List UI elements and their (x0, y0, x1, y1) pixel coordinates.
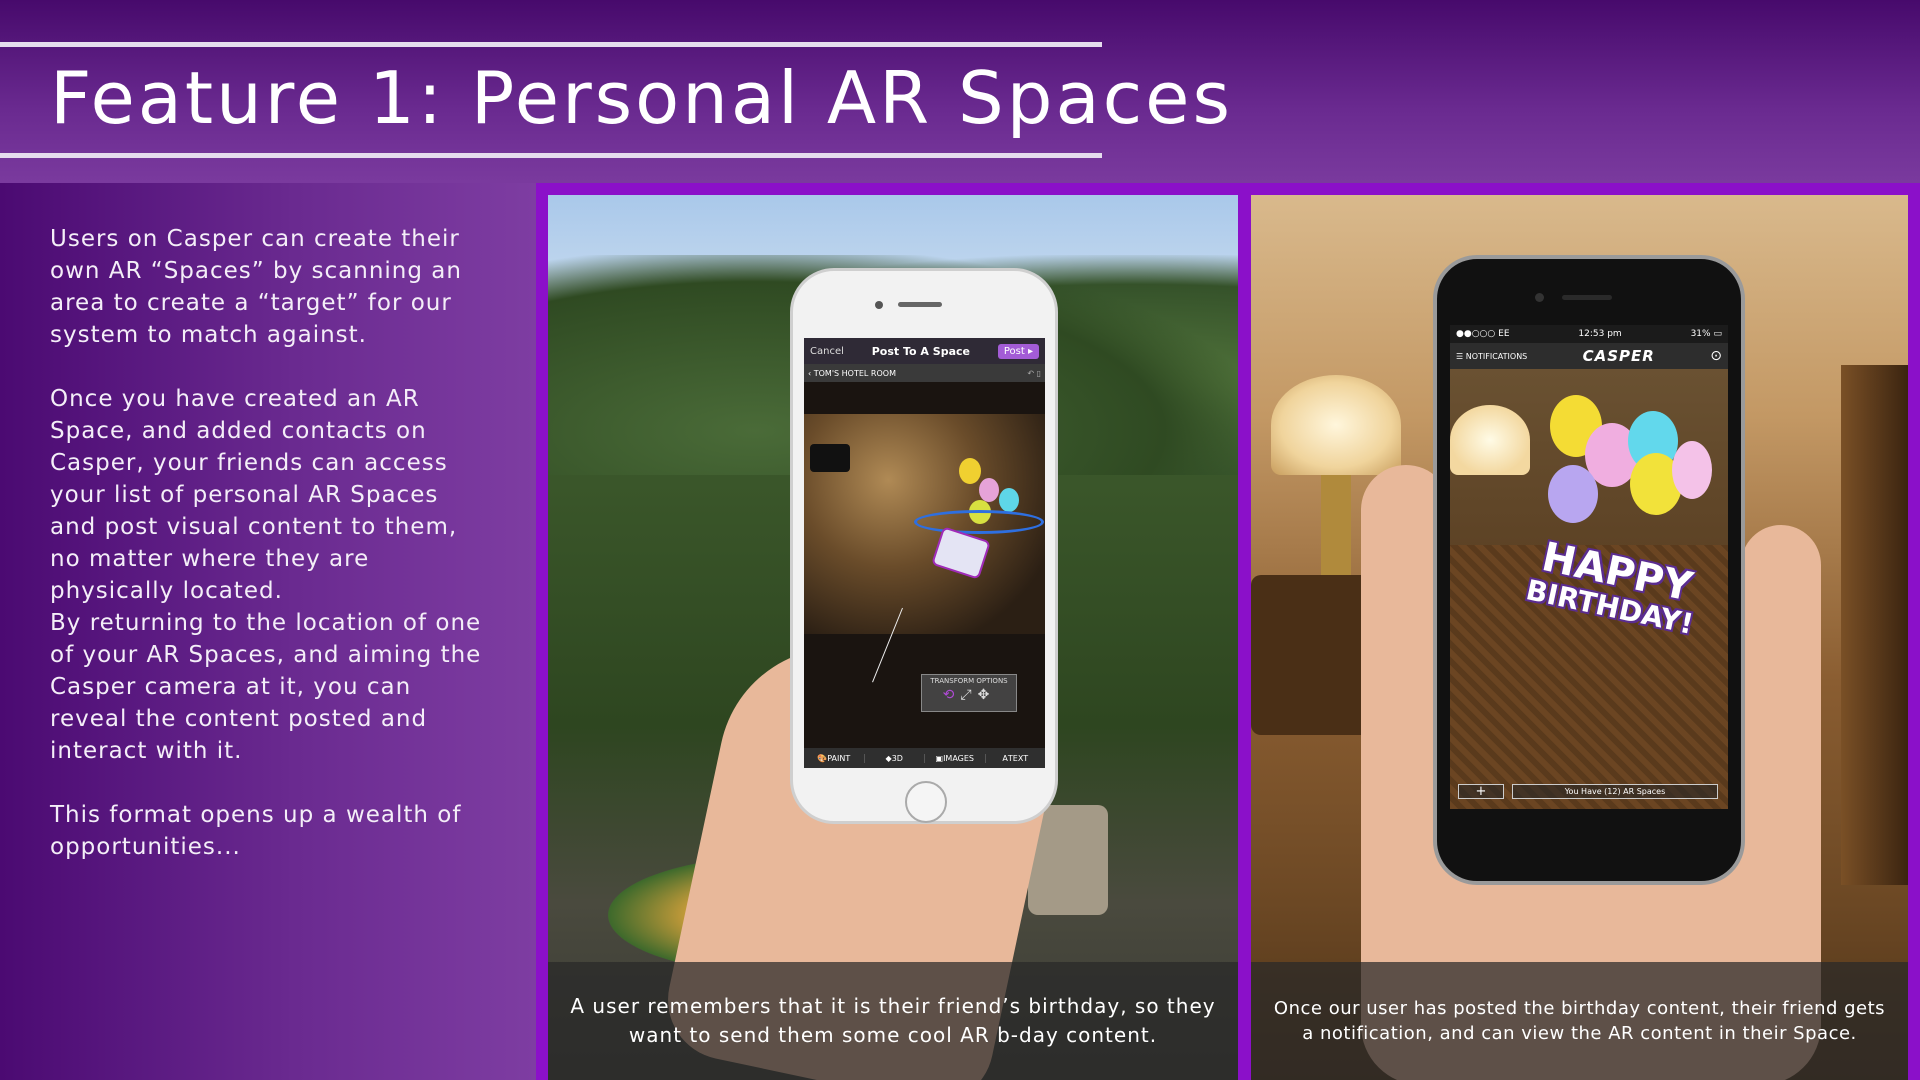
menu-notifications[interactable]: ☰ NOTIFICATIONS (1456, 352, 1527, 361)
caption-right: Once our user has posted the birthday co… (1251, 962, 1908, 1080)
carrier-signal: ●●○○○ EE (1456, 329, 1510, 339)
battery-percent: 31% (1690, 329, 1711, 339)
page-title: Feature 1: Personal AR Spaces (50, 56, 1233, 140)
plus-icon: + (1475, 784, 1487, 799)
header-rule-bottom (0, 153, 1102, 158)
front-camera (875, 301, 883, 309)
undo-trash-icons[interactable]: ↶ ▯ (1027, 369, 1041, 378)
lamp-shade (1271, 375, 1401, 475)
text-tool[interactable]: A TEXT (986, 754, 1046, 763)
black-patch (810, 444, 850, 472)
post-button[interactable]: Post ▸ (997, 343, 1039, 359)
palette-icon: 🎨 (817, 753, 828, 763)
earpiece-black (1562, 295, 1612, 300)
search-icon[interactable]: ⊙ (1710, 348, 1722, 364)
ar-balloon-lilac[interactable] (1548, 465, 1598, 523)
transform-icons: ⟲⤢✥ (922, 687, 1016, 703)
paragraph-reveal: By returning to the location of one of y… (50, 610, 482, 764)
post-button-label: Post (1003, 345, 1025, 357)
cancel-button[interactable]: Cancel (810, 346, 844, 357)
doorway (1841, 365, 1908, 885)
paint-label: PAINT (827, 753, 851, 763)
balloon-yellow[interactable] (959, 458, 981, 484)
post-top-bar: Cancel Post To A Space Post ▸ (804, 338, 1045, 364)
caption-left-text: A user remembers that it is their friend… (570, 994, 1216, 1047)
3d-label: 3D (891, 753, 903, 763)
paragraph-contacts: Once you have created an AR Space, and a… (50, 386, 458, 604)
phone-white: Cancel Post To A Space Post ▸ ‹ TOM'S HO… (790, 268, 1058, 824)
caption-left: A user remembers that it is their friend… (548, 962, 1238, 1080)
ar-balloon-pink-2[interactable] (1672, 441, 1712, 499)
header-rule-top (0, 42, 1102, 47)
clock: 12:53 pm (1578, 329, 1622, 339)
front-camera-black (1535, 293, 1544, 302)
paragraph-opportunities: This format opens up a wealth of opportu… (50, 802, 462, 860)
paragraph-intro: Users on Casper can create their own AR … (50, 226, 462, 348)
scale-icon[interactable]: ⤢ (960, 687, 977, 703)
location-name: TOM'S HOTEL ROOM (813, 368, 896, 378)
battery-icon: ▭ (1713, 329, 1722, 339)
battery-status: 31% ▭ (1691, 329, 1722, 339)
phone-screen-view: ●●○○○ EE 12:53 pm 31% ▭ ☰ NOTIFICATIONS … (1450, 325, 1728, 809)
phone-screen-post: Cancel Post To A Space Post ▸ ‹ TOM'S HO… (804, 338, 1045, 768)
transform-options-label: TRANSFORM OPTIONS (930, 677, 1008, 685)
casper-logo: CASPER (1582, 347, 1655, 365)
carrier-name: EE (1498, 329, 1510, 339)
post-screen-title: Post To A Space (871, 344, 970, 358)
notifications-label: NOTIFICATIONS (1465, 351, 1528, 361)
image-icon: ▣ (935, 753, 944, 763)
panel-view-content: ●●○○○ EE 12:53 pm 31% ▭ ☰ NOTIFICATIONS … (1251, 195, 1908, 1080)
earpiece (898, 302, 942, 307)
status-bar: ●●○○○ EE 12:53 pm 31% ▭ (1450, 325, 1728, 343)
location-back[interactable]: ‹ TOM'S HOTEL ROOM (808, 369, 896, 378)
text-label: TEXT (1007, 753, 1029, 763)
paint-tool[interactable]: 🎨 PAINT (804, 753, 865, 763)
move-icon[interactable]: ✥ (978, 687, 996, 703)
hamburger-icon: ☰ (1456, 351, 1466, 361)
balloon-cyan[interactable] (999, 488, 1019, 512)
images-tool[interactable]: ▣ IMAGES (925, 753, 986, 763)
caption-right-text: Once our user has posted the birthday co… (1273, 998, 1886, 1044)
phone-black: ●●○○○ EE 12:53 pm 31% ▭ ☰ NOTIFICATIONS … (1433, 255, 1745, 885)
camera-lamp (1450, 405, 1530, 475)
3d-tool[interactable]: ◆ 3D (865, 753, 925, 763)
balloon-pink[interactable] (979, 478, 999, 502)
add-space-button[interactable]: + (1458, 784, 1504, 799)
images-label: IMAGES (943, 753, 974, 763)
title-banner: Feature 1: Personal AR Spaces (0, 0, 1920, 183)
ar-spaces-count[interactable]: You Have (12) AR Spaces (1512, 784, 1718, 799)
ar-spaces-label: You Have (12) AR Spaces (1564, 787, 1666, 796)
tool-bar: 🎨 PAINT ◆ 3D ▣ IMAGES A TEXT (804, 748, 1045, 768)
app-nav-bar: ☰ NOTIFICATIONS CASPER ⊙ (1450, 343, 1728, 369)
fingers-right (1741, 525, 1821, 825)
home-button[interactable] (905, 781, 947, 823)
panel-post-content: Cancel Post To A Space Post ▸ ‹ TOM'S HO… (548, 195, 1238, 1080)
signal-icon: ●●○○○ (1456, 329, 1499, 339)
location-bar: ‹ TOM'S HOTEL ROOM ↶ ▯ (804, 364, 1045, 382)
rotation-ring[interactable] (914, 510, 1044, 534)
rotate-icon[interactable]: ⟲ (943, 687, 961, 703)
transform-options-box[interactable]: TRANSFORM OPTIONS ⟲⤢✥ (921, 674, 1017, 712)
description-sidebar: Users on Casper can create their own AR … (0, 183, 536, 1080)
